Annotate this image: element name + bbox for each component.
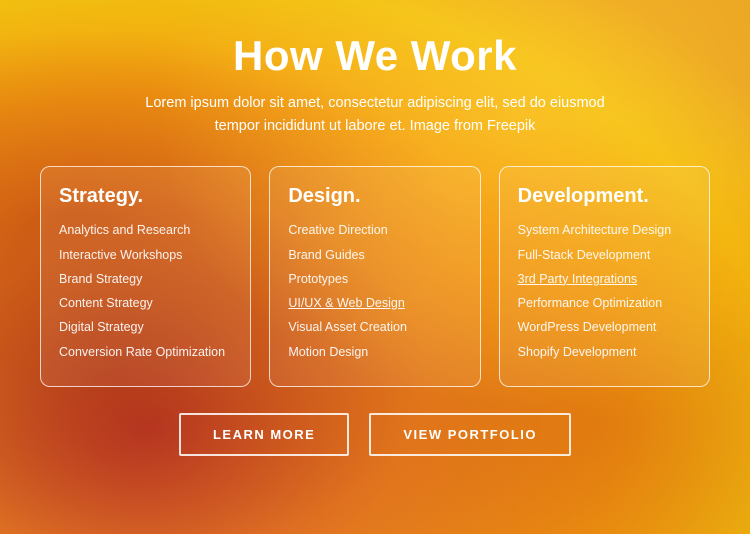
list-item[interactable]: Shopify Development xyxy=(518,344,691,360)
list-item[interactable]: Visual Asset Creation xyxy=(288,319,461,335)
card-development-title: Development. xyxy=(518,185,691,208)
learn-more-button[interactable]: LEARN MORE xyxy=(179,413,349,456)
subtitle-line1: Lorem ipsum dolor sit amet, consectetur … xyxy=(145,95,604,111)
buttons-container: LEARN MORE VIEW PORTFOLIO xyxy=(179,413,571,456)
card-strategy-title: Strategy. xyxy=(59,185,232,208)
cards-container: Strategy. Analytics and Research Interac… xyxy=(40,166,710,387)
view-portfolio-button[interactable]: VIEW PORTFOLIO xyxy=(369,413,571,456)
page-subtitle: Lorem ipsum dolor sit amet, consectetur … xyxy=(145,92,604,138)
list-item[interactable]: Content Strategy xyxy=(59,295,232,311)
subtitle-line2: tempor incididunt ut labore et. Image fr… xyxy=(215,118,536,134)
background: How We Work Lorem ipsum dolor sit amet, … xyxy=(0,0,750,534)
list-item[interactable]: Prototypes xyxy=(288,271,461,287)
list-item[interactable]: UI/UX & Web Design xyxy=(288,295,461,311)
list-item[interactable]: Conversion Rate Optimization xyxy=(59,344,232,360)
list-item[interactable]: Brand Strategy xyxy=(59,271,232,287)
list-item[interactable]: System Architecture Design xyxy=(518,222,691,238)
list-item[interactable]: 3rd Party Integrations xyxy=(518,271,691,287)
list-item[interactable]: Full-Stack Development xyxy=(518,247,691,263)
card-design: Design. Creative Direction Brand Guides … xyxy=(269,166,480,387)
list-item[interactable]: Performance Optimization xyxy=(518,295,691,311)
list-item[interactable]: Interactive Workshops xyxy=(59,247,232,263)
card-strategy: Strategy. Analytics and Research Interac… xyxy=(40,166,251,387)
card-design-title: Design. xyxy=(288,185,461,208)
main-content: How We Work Lorem ipsum dolor sit amet, … xyxy=(0,0,750,484)
list-item[interactable]: Creative Direction xyxy=(288,222,461,238)
list-item[interactable]: WordPress Development xyxy=(518,319,691,335)
list-item[interactable]: Digital Strategy xyxy=(59,319,232,335)
list-item[interactable]: Analytics and Research xyxy=(59,222,232,238)
card-development: Development. System Architecture Design … xyxy=(499,166,710,387)
list-item[interactable]: Motion Design xyxy=(288,344,461,360)
list-item[interactable]: Brand Guides xyxy=(288,247,461,263)
page-title: How We Work xyxy=(233,32,517,80)
